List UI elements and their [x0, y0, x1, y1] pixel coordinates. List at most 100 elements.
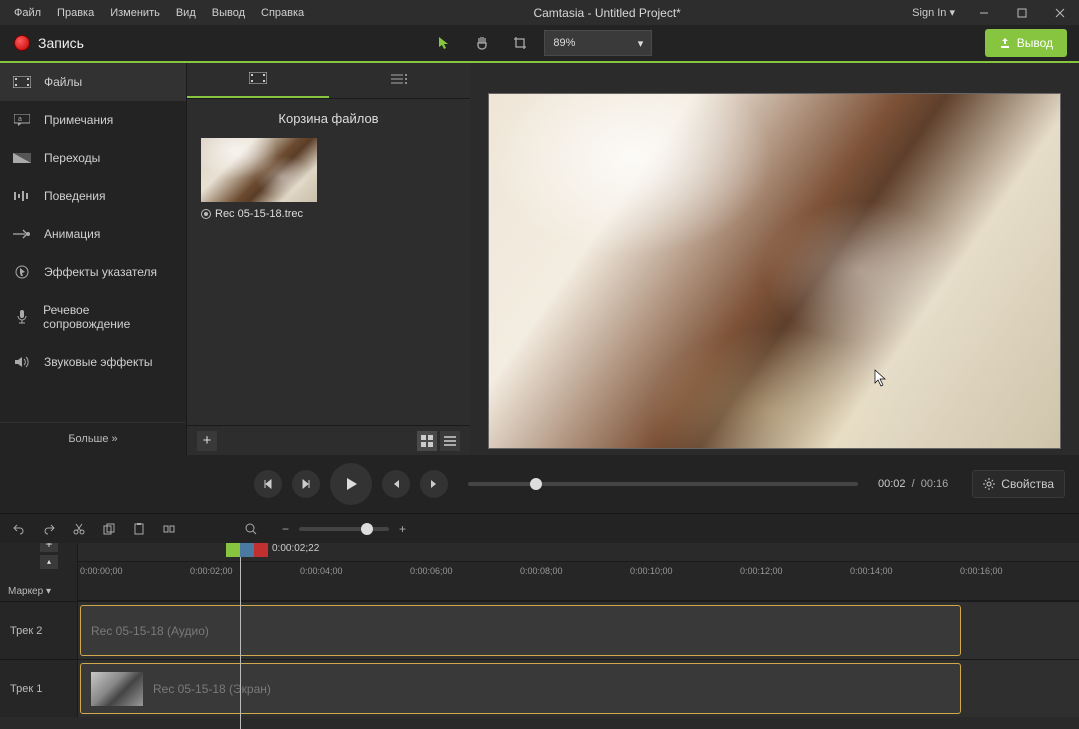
zoom-search-icon	[242, 520, 260, 538]
sidebar-item-label: Поведения	[44, 189, 105, 203]
bin-title: Корзина файлов	[187, 99, 470, 138]
upload-icon	[999, 37, 1011, 49]
sidebar-item-cursor-effects[interactable]: Эффекты указателя	[0, 253, 186, 291]
playhead-in-marker[interactable]	[226, 543, 240, 557]
tick-label: 0:00:04;00	[300, 566, 343, 576]
recording-icon	[201, 209, 211, 219]
transition-icon	[12, 151, 32, 165]
tick-label: 0:00:08;00	[520, 566, 563, 576]
add-track-button[interactable]: +	[40, 543, 58, 552]
record-button[interactable]: Запись	[0, 25, 98, 61]
marker-row-label[interactable]: Маркер ▾	[0, 581, 78, 601]
sidebar-item-audio-effects[interactable]: Звуковые эффекты	[0, 343, 186, 381]
media-bin: Корзина файлов Rec 05-15-18.trec +	[186, 63, 470, 455]
menu-edit[interactable]: Правка	[49, 3, 102, 23]
add-media-button[interactable]: +	[197, 431, 217, 451]
zoom-thumb[interactable]	[361, 523, 373, 535]
zoom-value: 89%	[553, 37, 575, 49]
list-view-button[interactable]	[440, 431, 460, 451]
sidebar-item-media[interactable]: Файлы	[0, 63, 186, 101]
split-button[interactable]	[160, 520, 178, 538]
minimize-button[interactable]	[965, 0, 1003, 25]
sidebar-item-label: Речевое сопровождение	[43, 303, 174, 331]
svg-text:a: a	[18, 116, 22, 123]
redo-button[interactable]	[40, 520, 58, 538]
grid-view-button[interactable]	[417, 431, 437, 451]
bin-tab-library[interactable]	[329, 63, 471, 98]
cut-button[interactable]	[70, 520, 88, 538]
menu-file[interactable]: Файл	[6, 3, 49, 23]
prev-frame-button[interactable]	[254, 470, 282, 498]
preview-canvas[interactable]	[488, 93, 1061, 449]
sidebar-item-label: Примечания	[44, 113, 113, 127]
sidebar-item-transitions[interactable]: Переходы	[0, 139, 186, 177]
seek-bar[interactable]	[468, 482, 858, 486]
zoom-out-button[interactable]: −	[282, 522, 289, 536]
chevron-down-icon: ▾	[638, 37, 644, 50]
seek-thumb[interactable]	[530, 478, 542, 490]
sign-in-button[interactable]: Sign In ▾	[902, 6, 965, 19]
clip-label: Rec 05-15-18 (Аудио)	[91, 624, 209, 638]
maximize-button[interactable]	[1003, 0, 1041, 25]
copy-button[interactable]	[100, 520, 118, 538]
crop-tool[interactable]	[506, 29, 534, 57]
tick-label: 0:00:14;00	[850, 566, 893, 576]
collapse-tracks-button[interactable]: ▴	[40, 555, 58, 569]
playhead-handle[interactable]	[240, 543, 254, 557]
clip-thumbnail	[91, 672, 143, 706]
export-label: Вывод	[1017, 36, 1053, 50]
zoom-in-button[interactable]: +	[399, 522, 406, 536]
sidebar-item-annotations[interactable]: a Примечания	[0, 101, 186, 139]
bin-tab-media[interactable]	[187, 63, 329, 98]
select-tool[interactable]	[430, 29, 458, 57]
menu-bar: Файл Правка Изменить Вид Вывод Справка	[0, 3, 312, 23]
close-button[interactable]	[1041, 0, 1079, 25]
film-icon	[12, 75, 32, 89]
next-frame-button[interactable]	[292, 470, 320, 498]
playhead-out-marker[interactable]	[254, 543, 268, 557]
track-label-1[interactable]: Трек 1	[0, 659, 78, 717]
tick-label: 0:00:16;00	[960, 566, 1003, 576]
tick-label: 0:00:10;00	[630, 566, 673, 576]
undo-button[interactable]	[10, 520, 28, 538]
menu-share[interactable]: Вывод	[204, 3, 253, 23]
tick-label: 0:00:06;00	[410, 566, 453, 576]
sidebar-item-voice[interactable]: Речевое сопровождение	[0, 291, 186, 343]
pan-tool[interactable]	[468, 29, 496, 57]
record-label: Запись	[38, 35, 84, 51]
playhead[interactable]: 0:00:02;22	[226, 543, 268, 729]
properties-label: Свойства	[1001, 477, 1054, 491]
clip-screen[interactable]: Rec 05-15-18 (Экран)	[80, 663, 961, 714]
sidebar-more[interactable]: Больше »	[0, 422, 186, 455]
export-button[interactable]: Вывод	[985, 29, 1067, 57]
mic-icon	[12, 310, 31, 324]
menu-modify[interactable]: Изменить	[102, 3, 168, 23]
zoom-select[interactable]: 89% ▾	[544, 30, 652, 56]
cursor-icon	[12, 265, 32, 279]
step-back-button[interactable]	[382, 470, 410, 498]
clip-audio[interactable]: Rec 05-15-18 (Аудио)	[80, 605, 961, 656]
sidebar-item-behaviors[interactable]: Поведения	[0, 177, 186, 215]
bin-clip[interactable]: Rec 05-15-18.trec	[201, 138, 456, 220]
sidebar-item-animations[interactable]: Анимация	[0, 215, 186, 253]
time-display: 00:02 / 00:16	[878, 478, 948, 490]
step-forward-button[interactable]	[420, 470, 448, 498]
animation-icon	[12, 227, 32, 241]
sidebar-item-label: Переходы	[44, 151, 100, 165]
tick-label: 0:00:00;00	[80, 566, 123, 576]
preview-panel	[470, 63, 1079, 455]
track-label-2[interactable]: Трек 2	[0, 601, 78, 659]
timeline: + ▴ 0:00:02;22 0:00:00;00 0:00:02;00	[0, 543, 1079, 729]
sidebar-item-label: Эффекты указателя	[44, 265, 157, 279]
gear-icon	[983, 478, 995, 490]
paste-button[interactable]	[130, 520, 148, 538]
playhead-time: 0:00:02;22	[272, 543, 319, 554]
menu-view[interactable]: Вид	[168, 3, 204, 23]
menu-help[interactable]: Справка	[253, 3, 312, 23]
sound-icon	[12, 355, 32, 369]
play-button[interactable]	[330, 463, 372, 505]
library-tab-icon	[391, 73, 407, 88]
timeline-zoom-slider[interactable]	[299, 527, 389, 531]
window-title: Camtasia - Untitled Project*	[312, 6, 902, 20]
properties-button[interactable]: Свойства	[972, 470, 1065, 498]
